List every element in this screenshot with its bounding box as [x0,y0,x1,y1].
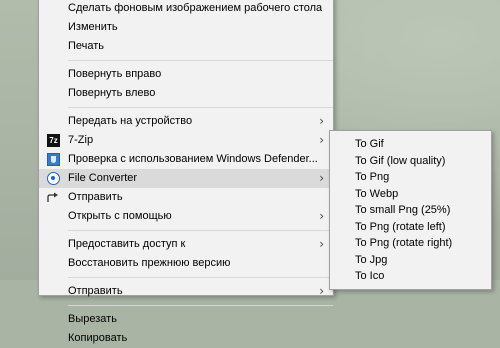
menu-item-7zip[interactable]: 7z 7-Zip › [39,131,333,150]
menu-item-label: Отправить [68,285,123,297]
menu-item-label: Изменить [68,21,118,33]
submenu-arrow-icon: › [319,133,324,147]
file-converter-submenu: To Gif To Gif (low quality) To Png To We… [329,130,492,290]
context-menu: Сделать фоновым изображением рабочего ст… [38,0,334,344]
menu-separator [68,60,333,61]
menu-item-open-with[interactable]: Открыть с помощью › [39,207,333,226]
menu-item-label: Вырезать [68,313,117,325]
submenu-item-to-webp[interactable]: To Webp [330,186,491,203]
menu-item-print[interactable]: Печать [39,37,333,56]
submenu-item-label: To Png (rotate left) [355,220,446,233]
windows-defender-icon [47,153,60,166]
menu-item-label: Передать на устройство [68,115,193,127]
menu-separator [68,305,333,306]
menu-item-label: Проверка с использованием Windows Defend… [68,153,318,165]
menu-item-set-desktop-background[interactable]: Сделать фоновым изображением рабочего ст… [39,0,333,18]
menu-item-label: Повернуть вправо [68,68,162,80]
menu-item-label: Сделать фоновым изображением рабочего ст… [68,2,323,14]
menu-item-label: Отправить [68,191,123,203]
menu-item-share[interactable]: Отправить [39,188,333,207]
submenu-item-label: To Png [355,171,390,183]
menu-item-send-to[interactable]: Отправить › [39,282,333,301]
submenu-item-to-png[interactable]: To Png [330,169,491,186]
submenu-item-to-gif-low-quality[interactable]: To Gif (low quality) [330,153,491,170]
menu-separator [68,107,333,108]
menu-item-rotate-left[interactable]: Повернуть влево [39,84,333,103]
menu-item-windows-defender-scan[interactable]: Проверка с использованием Windows Defend… [39,150,333,169]
submenu-item-label: To Png (rotate right) [355,237,453,249]
menu-item-cast-to-device[interactable]: Передать на устройство › [39,112,333,131]
submenu-arrow-icon: › [319,237,324,251]
menu-item-label: Печать [68,40,105,52]
submenu-item-label: To Ico [355,270,385,282]
menu-separator [68,277,333,278]
submenu-item-to-gif[interactable]: To Gif [330,136,491,153]
menu-item-restore-previous-versions[interactable]: Восстановить прежнюю версию [39,254,333,273]
submenu-arrow-icon: › [319,284,324,298]
menu-item-copy[interactable]: Копировать [39,329,333,348]
menu-item-label: Восстановить прежнюю версию [68,257,231,269]
menu-item-cut[interactable]: Вырезать [39,310,333,329]
submenu-item-to-jpg[interactable]: To Jpg [330,252,491,269]
file-converter-icon [47,172,60,185]
submenu-item-label: To Gif [355,138,384,150]
submenu-arrow-icon: › [319,171,324,185]
menu-item-rotate-right[interactable]: Повернуть вправо [39,65,333,84]
menu-item-label: File Converter [68,172,138,184]
menu-item-file-converter[interactable]: File Converter › [39,169,333,188]
menu-item-label: Копировать [68,332,128,344]
7zip-icon: 7z [47,134,60,147]
menu-item-label: 7-Zip [68,134,94,146]
menu-item-label: Предоставить доступ к [68,238,186,250]
submenu-arrow-icon: › [319,114,324,128]
submenu-arrow-icon: › [319,209,324,223]
share-icon [47,192,59,203]
menu-item-label: Открыть с помощью [68,210,172,222]
submenu-item-to-small-png[interactable]: To small Png (25%) [330,202,491,219]
menu-separator [68,230,333,231]
menu-item-edit[interactable]: Изменить [39,18,333,37]
menu-item-label: Повернуть влево [68,87,156,99]
submenu-item-label: To Webp [355,187,399,200]
submenu-item-to-png-rotate-left[interactable]: To Png (rotate left) [330,219,491,236]
submenu-item-to-png-rotate-right[interactable]: To Png (rotate right) [330,235,491,252]
menu-item-give-access-to[interactable]: Предоставить доступ к › [39,235,333,254]
submenu-item-label: To small Png (25%) [355,204,451,216]
submenu-item-to-ico[interactable]: To Ico [330,268,491,285]
submenu-item-label: To Gif (low quality) [355,154,446,167]
submenu-item-label: To Jpg [355,253,388,266]
